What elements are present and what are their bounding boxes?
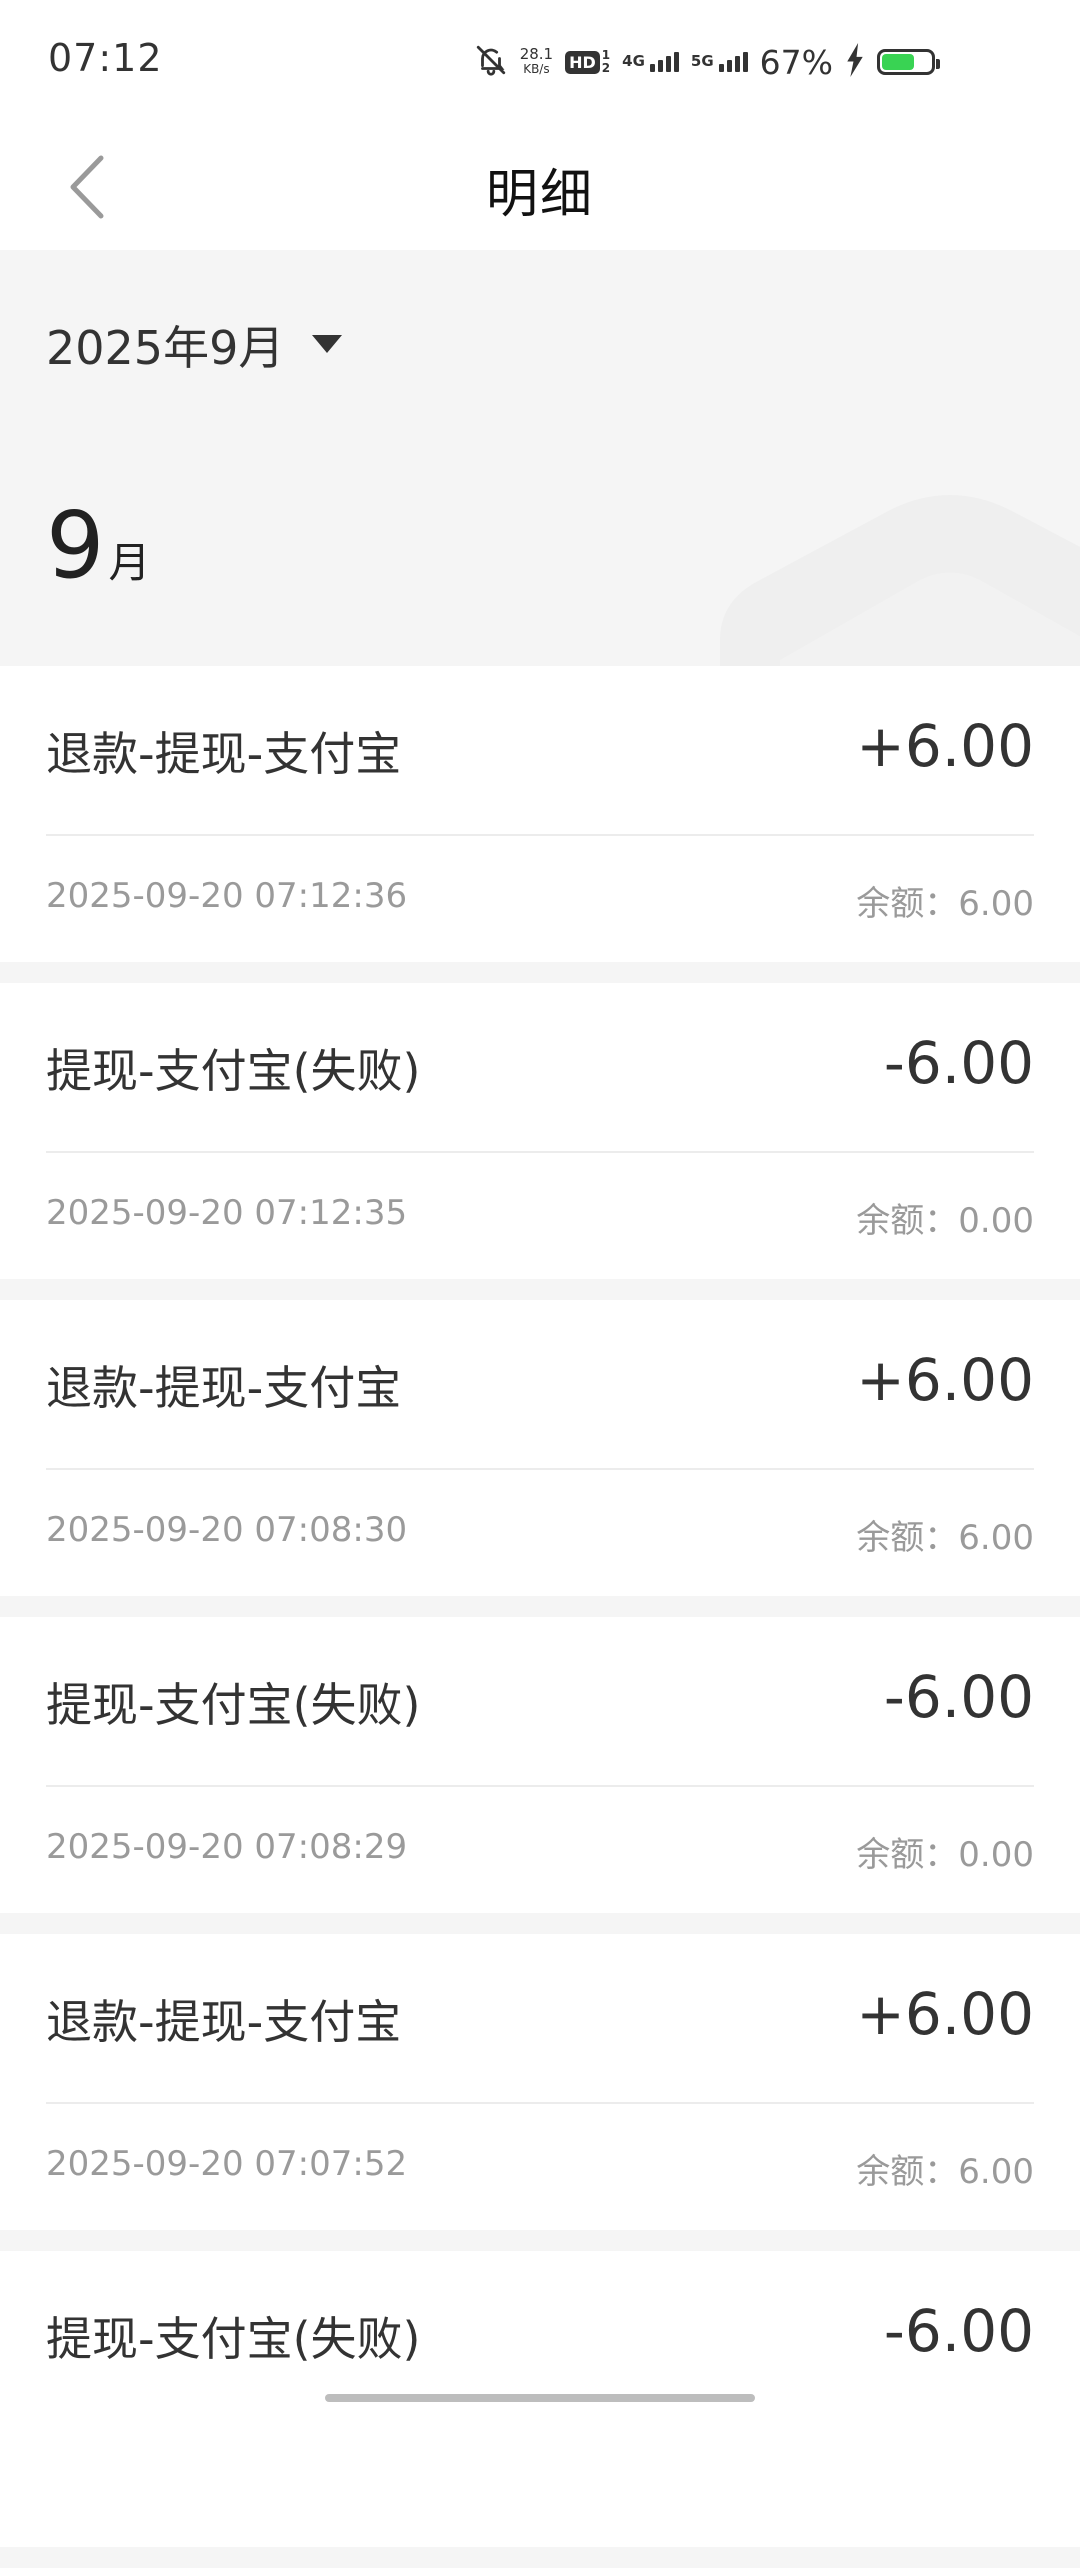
divider [46,1785,1034,1787]
transaction-balance: 余额：0.00 [856,1835,1034,1875]
status-time: 07:12 [48,36,163,80]
transaction-item[interactable]: 提现-支付宝(失败) -6.00 [0,2251,1080,2568]
transaction-item[interactable]: 退款-提现-支付宝 +6.00 2025-09-20 07:12:36 余额：6… [0,666,1080,983]
transaction-balance: 余额：6.00 [856,2152,1034,2192]
month-picker[interactable]: 2025年9月 [46,312,343,378]
transaction-item[interactable]: 提现-支付宝(失败) -6.00 2025-09-20 07:08:29 余额：… [0,1617,1080,1934]
signal-5g-label: 5G [690,52,714,70]
transaction-balance: 余额：6.00 [856,884,1034,924]
status-icons: 28.1 KB/s HD 1 2 4G 5G 67% [474,40,940,84]
hd-label: HD [565,50,600,74]
transaction-list: 退款-提现-支付宝 +6.00 2025-09-20 07:12:36 余额：6… [0,666,1080,2568]
transaction-title: 提现-支付宝(失败) [46,1678,421,1732]
transaction-balance: 余额：0.00 [856,1201,1034,1241]
transaction-title: 退款-提现-支付宝 [46,727,402,781]
month-unit: 月 [108,538,151,587]
transaction-time: 2025-09-20 07:12:36 [46,876,408,916]
divider [46,834,1034,836]
hd-icon: HD 1 2 [565,49,610,75]
divider [46,1151,1034,1153]
divider [46,2102,1034,2104]
triangle-down-icon [312,335,343,353]
transaction-amount: +6.00 [856,1980,1034,2048]
network-speed: 28.1 KB/s [520,47,553,77]
month-number: 9 [46,492,105,599]
transaction-time: 2025-09-20 07:08:30 [46,1510,408,1550]
transaction-item[interactable]: 退款-提现-支付宝 +6.00 2025-09-20 07:07:52 余额：6… [0,1934,1080,2251]
transaction-title: 退款-提现-支付宝 [46,1361,402,1415]
transaction-balance: 余额：6.00 [856,1518,1034,1558]
transaction-amount: -6.00 [883,2297,1034,2365]
month-picker-label: 2025年9月 [46,321,285,375]
status-bar: 07:12 28.1 KB/s HD 1 2 4G 5G 67% [0,0,1080,124]
title-bar: 明细 [0,124,1080,250]
divider [46,1468,1034,1470]
transaction-title: 提现-支付宝(失败) [46,2312,421,2366]
transaction-title: 退款-提现-支付宝 [46,1995,402,2049]
home-indicator[interactable] [325,2394,755,2402]
transaction-item[interactable]: 提现-支付宝(失败) -6.00 2025-09-20 07:12:35 余额：… [0,983,1080,1300]
network-speed-value: 28.1 [519,45,554,63]
signal-4g-label: 4G [622,52,645,70]
battery-percentage: 67% [759,42,833,82]
decorative-background-shape [720,495,1080,666]
hd-sub-bottom: 2 [601,61,611,75]
transaction-item[interactable]: 退款-提现-支付宝 +6.00 2025-09-20 07:08:30 余额：6… [0,1300,1080,1617]
signal-4g-icon: 4G [622,52,679,72]
charging-icon [845,43,865,81]
battery-level [882,54,915,70]
bell-muted-icon [474,43,508,81]
battery-icon [877,49,940,75]
month-heading: 9 月 [46,500,151,592]
transaction-title: 提现-支付宝(失败) [46,1044,421,1098]
network-speed-unit: KB/s [523,62,550,76]
transaction-amount: +6.00 [856,712,1034,780]
transaction-amount: -6.00 [883,1029,1034,1097]
transaction-time: 2025-09-20 07:12:35 [46,1193,408,1233]
transaction-amount: -6.00 [883,1663,1034,1731]
page-title: 明细 [485,165,594,225]
transaction-amount: +6.00 [856,1346,1034,1414]
signal-5g-icon: 5G [691,52,748,72]
transaction-time: 2025-09-20 07:07:52 [46,2144,408,2184]
transaction-time: 2025-09-20 07:08:29 [46,1827,408,1867]
month-header: 2025年9月 9 月 [0,250,1080,666]
